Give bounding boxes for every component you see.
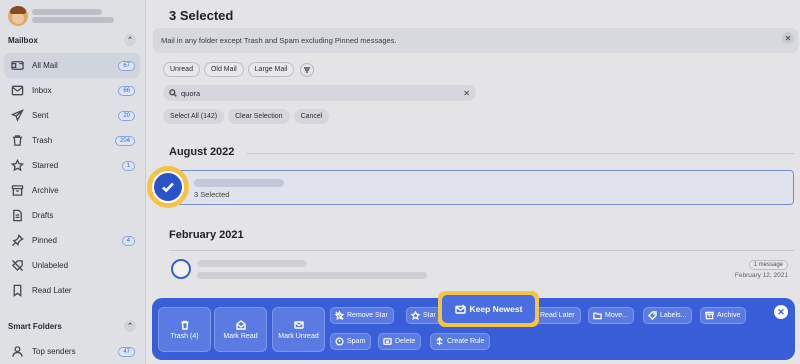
filter-chip-large-mail[interactable]: Large Mail: [247, 62, 295, 77]
search-icon: [169, 89, 177, 97]
close-icon[interactable]: ✕: [774, 305, 788, 319]
trash-icon: [10, 134, 24, 148]
clear-selection-button[interactable]: Clear Selection: [228, 109, 290, 124]
bookmark-icon: [10, 284, 24, 298]
mark-unread-button[interactable]: Mark Unread: [272, 307, 325, 352]
filter-icon[interactable]: [300, 62, 315, 77]
divider: [247, 153, 794, 154]
spam-button[interactable]: Spam: [330, 333, 372, 350]
keep-newest-highlight: Keep Newest: [438, 291, 539, 327]
filter-chips: Unread Old Mail Large Mail: [163, 62, 315, 77]
labels-button[interactable]: Labels...: [643, 307, 693, 324]
account-name-placeholder: [32, 9, 102, 15]
selected-checkbox[interactable]: [147, 166, 189, 208]
top-senders-icon: [10, 345, 24, 359]
message-count-badge: 1 message: [748, 260, 788, 270]
chevron-up-icon[interactable]: ⌃: [124, 34, 136, 46]
pin-icon: [10, 234, 24, 248]
select-all-button[interactable]: Select All (142): [163, 109, 225, 124]
move-button[interactable]: Move...: [588, 307, 634, 324]
sidebar-item-sent[interactable]: Sent 20: [4, 103, 140, 128]
star-icon: [10, 159, 24, 173]
select-radio[interactable]: [171, 259, 191, 279]
sidebar-item-pinned[interactable]: Pinned 4: [4, 228, 140, 253]
chevron-up-icon[interactable]: ⌃: [124, 320, 136, 332]
selected-group-row[interactable]: 3 Selected: [173, 170, 794, 205]
archive-icon: [705, 311, 714, 320]
mailbox-nav: All Mail 67 Inbox 66 Sent 20 Trash 204 S…: [4, 53, 140, 303]
envelope-open-icon: [235, 319, 246, 330]
count-badge: 204: [114, 135, 135, 146]
account-email-placeholder: [32, 17, 114, 23]
sidebar-item-drafts[interactable]: Drafts: [4, 203, 140, 228]
count-badge: 20: [118, 110, 135, 121]
divider: [169, 250, 794, 251]
bulk-action-bar: Trash (4) Mark Read Mark Unread Remove S…: [152, 291, 795, 360]
search-query: quora: [181, 88, 201, 98]
drafts-icon: [10, 209, 24, 223]
envelope-icon: [293, 320, 304, 329]
star-button[interactable]: Star: [406, 307, 442, 324]
star-icon: [411, 311, 420, 320]
remove-star-button[interactable]: Remove Star: [330, 307, 394, 324]
group-heading-august-2022: August 2022: [169, 146, 235, 158]
count-badge: 4: [121, 235, 135, 246]
keep-newest-icon: [454, 304, 466, 314]
group-heading-february-2021: February 2021: [169, 229, 244, 241]
sent-icon: [10, 109, 24, 123]
archive-button[interactable]: Archive: [700, 307, 747, 324]
delete-button[interactable]: Delete: [378, 333, 422, 350]
unlabeled-icon: [10, 259, 24, 273]
sidebar-item-top-senders[interactable]: Top senders 47: [4, 339, 140, 364]
filter-chip-unread[interactable]: Unread: [163, 62, 200, 77]
cancel-button[interactable]: Cancel: [293, 109, 330, 124]
sidebar-item-read-later[interactable]: Read Later: [4, 278, 140, 303]
count-badge: 47: [118, 346, 135, 357]
archive-icon: [10, 184, 24, 198]
mark-read-button[interactable]: Mark Read: [214, 307, 267, 352]
delete-mail-icon: [383, 338, 392, 345]
all-mail-icon: [10, 59, 24, 73]
message-date: February 12, 2021: [734, 272, 788, 279]
count-badge: 67: [118, 60, 135, 71]
close-icon[interactable]: ✕: [782, 32, 794, 44]
sidebar-item-unlabeled[interactable]: Unlabeled: [4, 253, 140, 278]
selection-actions: Select All (142) Clear Selection Cancel: [163, 109, 330, 124]
smart-folders-section-header[interactable]: Smart Folders ⌃: [8, 320, 136, 332]
create-rule-button[interactable]: Create Rule: [430, 333, 491, 350]
count-badge: 66: [118, 85, 135, 96]
keep-newest-button[interactable]: Keep Newest: [442, 295, 535, 323]
sidebar-item-inbox[interactable]: Inbox 66: [4, 78, 140, 103]
sidebar-item-all-mail[interactable]: All Mail 67: [4, 53, 140, 78]
clear-search-icon[interactable]: ✕: [463, 89, 470, 98]
account-profile[interactable]: [8, 6, 114, 26]
sidebar-item-starred[interactable]: Starred 1: [4, 153, 140, 178]
smart-folders-nav: Top senders 47: [4, 339, 140, 364]
read-later-button[interactable]: Read Later: [535, 307, 581, 324]
filter-chip-old-mail[interactable]: Old Mail: [203, 62, 244, 77]
checkmark-icon: [162, 182, 174, 193]
sender-placeholder: [197, 260, 307, 267]
folder-icon: [593, 312, 602, 320]
star-off-icon: [335, 311, 344, 320]
search-input[interactable]: quora ✕: [163, 85, 476, 101]
inbox-icon: [10, 84, 24, 98]
avatar: [8, 6, 28, 26]
trash-icon: [181, 320, 188, 330]
sidebar: Mailbox ⌃ All Mail 67 Inbox 66 Sent 20 T…: [0, 0, 146, 364]
sender-placeholder: [194, 179, 284, 187]
page-title: 3 Selected: [169, 8, 234, 23]
trash-button[interactable]: Trash (4): [158, 307, 211, 352]
count-badge: 1: [121, 160, 135, 171]
subject-placeholder: [197, 272, 427, 279]
sidebar-item-archive[interactable]: Archive: [4, 178, 140, 203]
filter-notice: Mail in any folder except Trash and Spam…: [153, 28, 798, 53]
rule-icon: [436, 337, 443, 346]
sidebar-item-trash[interactable]: Trash 204: [4, 128, 140, 153]
mailbox-section-header[interactable]: Mailbox ⌃: [8, 34, 136, 46]
spam-icon: [335, 337, 344, 346]
label-icon: [648, 311, 657, 320]
